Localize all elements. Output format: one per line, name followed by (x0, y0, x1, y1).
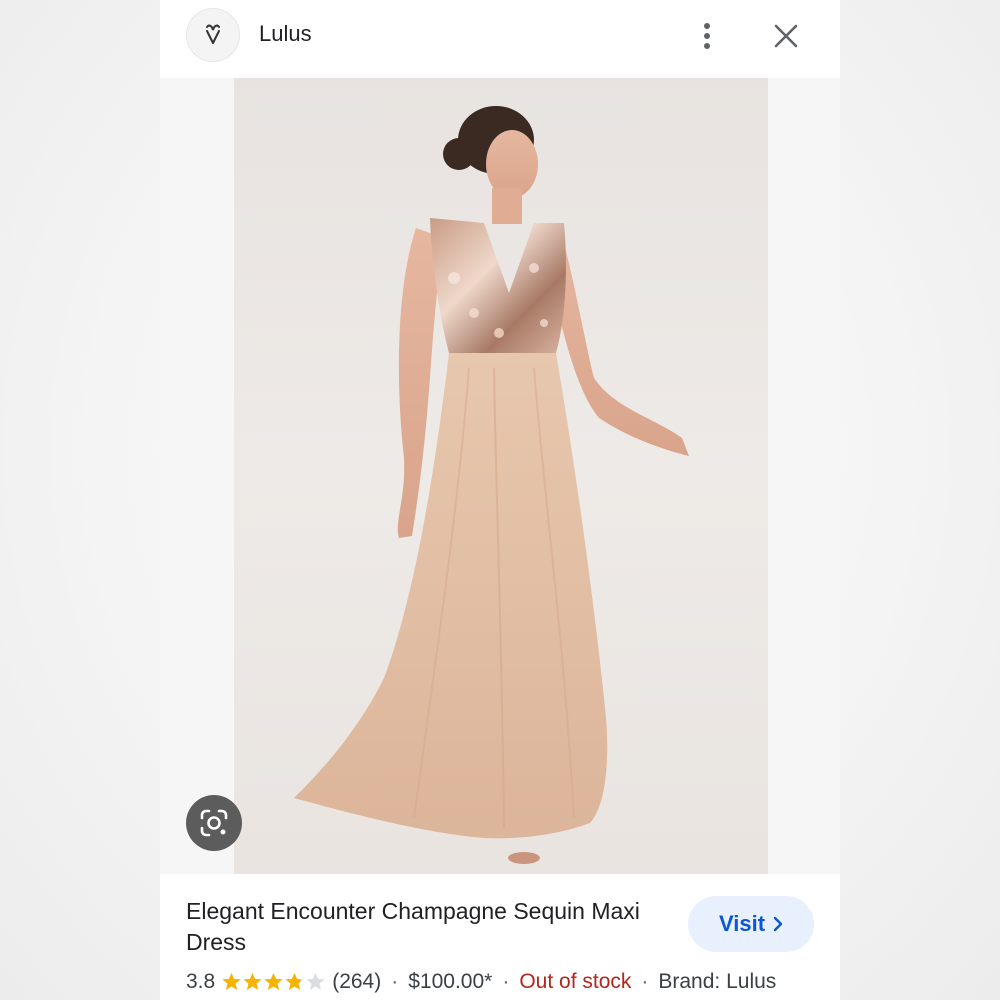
site-name[interactable]: Lulus (259, 21, 312, 47)
site-logo[interactable] (186, 8, 240, 62)
visit-label: Visit (718, 911, 766, 936)
more-vert-icon (704, 23, 710, 49)
chevron-right-icon (773, 916, 783, 932)
result-card: Lulus Elegant Encounter Champagne Sequin… (160, 0, 840, 1000)
visit-button[interactable]: Visit (688, 896, 814, 952)
close-button[interactable] (766, 16, 806, 56)
header: Lulus (160, 0, 840, 76)
product-photo (294, 106, 689, 864)
more-options-button[interactable] (692, 16, 722, 56)
star-icon (243, 973, 262, 990)
rating-stars (221, 972, 326, 992)
review-count: (264) (332, 970, 382, 993)
product-title[interactable]: Elegant Encounter Champagne Sequin Maxi … (186, 896, 666, 958)
price: $100.00* (408, 970, 493, 993)
star-icon (285, 973, 304, 990)
product-image[interactable] (234, 78, 768, 874)
separator: · (502, 970, 510, 993)
product-meta: 3.8 (264) · $100.00* · Out of stock · Br… (186, 967, 776, 997)
star-icon (306, 973, 325, 990)
separator: · (391, 970, 399, 993)
star-icon (222, 973, 241, 990)
separator: · (641, 970, 649, 993)
image-left-margin (160, 78, 234, 874)
rating-value: 3.8 (186, 970, 216, 993)
stock-status: Out of stock (519, 970, 632, 993)
google-lens-button[interactable] (186, 795, 242, 851)
image-right-margin (768, 78, 840, 874)
google-lens-icon (200, 809, 228, 837)
heart-v-logo-icon (206, 24, 220, 44)
close-icon (774, 24, 798, 48)
star-icon (264, 973, 283, 990)
brand: Brand: Lulus (658, 970, 777, 993)
